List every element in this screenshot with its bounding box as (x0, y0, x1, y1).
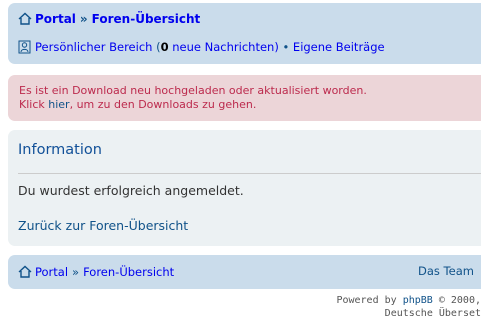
panel-divider (18, 173, 481, 174)
bottom-breadcrumb: Portal » Foren-Übersicht (18, 265, 174, 279)
powered-by-prefix: Powered by (336, 295, 397, 306)
private-area-link[interactable]: Persönlicher Bereich (35, 40, 152, 54)
information-panel: Information Du wurdest erfolgreich angem… (8, 130, 481, 246)
breadcrumb-separator: » (79, 12, 88, 26)
alert-line2-suffix: , um zu den Downloads zu gehen. (69, 98, 257, 111)
bottom-breadcrumb-separator: » (72, 265, 80, 279)
breadcrumb-forum-index-link[interactable]: Foren-Übersicht (92, 12, 201, 26)
alert-line1: Es ist ein Download neu hochgeladen oder… (19, 84, 367, 97)
translation-credit: Deutsche Überset (384, 308, 481, 319)
home-icon (18, 265, 32, 278)
downloads-here-link[interactable]: hier (48, 98, 69, 111)
team-link[interactable]: Das Team (418, 264, 474, 278)
download-alert: Es ist ein Download neu hochgeladen oder… (8, 75, 481, 121)
top-navbar: Portal» Foren-Übersicht Persönlicher Bere… (8, 3, 481, 64)
own-posts-link[interactable]: Eigene Beiträge (293, 40, 385, 54)
copyright-footer: Powered by phpBB © 2000, Deutsche Überse… (336, 294, 481, 320)
bottom-portal-link[interactable]: Portal (35, 265, 68, 279)
panel-title: Information (18, 142, 102, 158)
bottom-forum-index-link[interactable]: Foren-Übersicht (83, 265, 174, 279)
bottom-navbar: Portal » Foren-Übersicht Das Team (8, 255, 481, 289)
new-messages-count: 0 (160, 40, 169, 54)
user-icon (18, 40, 31, 54)
alert-line2-prefix: Klick (19, 98, 45, 111)
phpbb-link[interactable]: phpBB (403, 295, 433, 306)
back-to-forum-index-link[interactable]: Zurück zur Foren-Übersicht (18, 218, 188, 233)
login-success-message: Du wurdest erfolgreich angemeldet. (18, 183, 244, 198)
home-icon (18, 12, 32, 25)
breadcrumb: Portal» Foren-Übersicht (18, 12, 200, 26)
user-links-row: Persönlicher Bereich (0 neue Nachrichten… (18, 40, 385, 54)
bullet-separator: • (282, 40, 290, 54)
powered-by-suffix: © 2000, (438, 295, 481, 306)
breadcrumb-portal-link[interactable]: Portal (35, 12, 76, 26)
new-messages-link[interactable]: neue Nachrichten) (172, 40, 279, 54)
